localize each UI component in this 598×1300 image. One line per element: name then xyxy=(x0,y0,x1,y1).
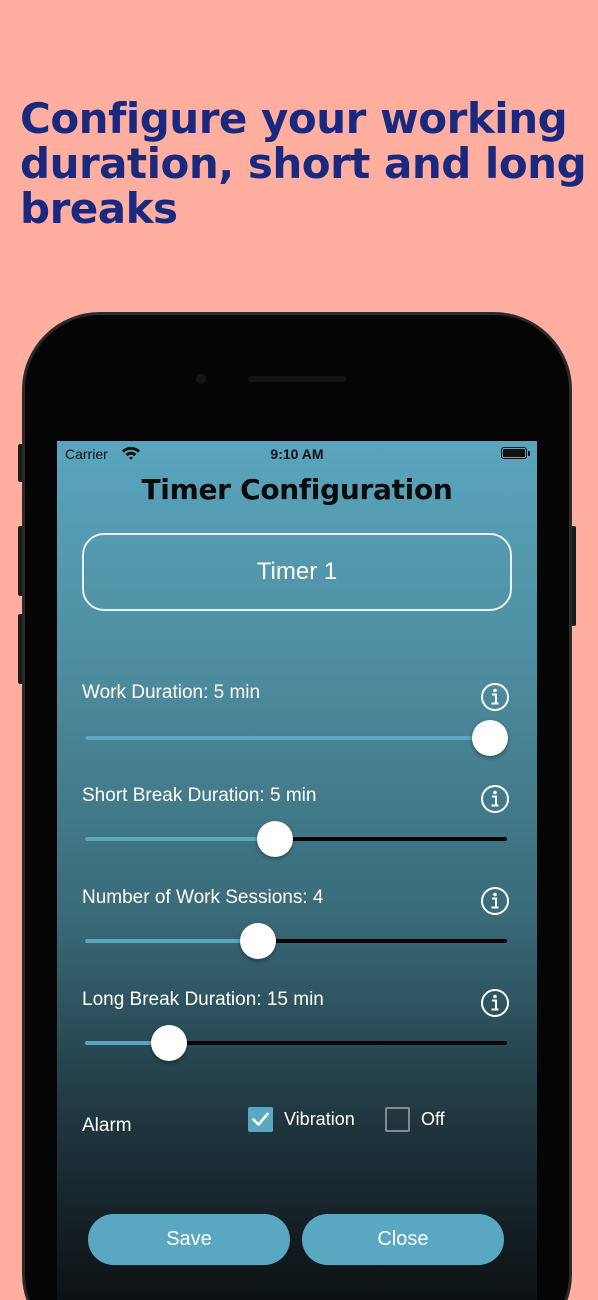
work-sessions-slider[interactable] xyxy=(85,919,507,963)
slider-fill xyxy=(85,939,259,943)
slider-thumb[interactable] xyxy=(240,923,277,959)
info-icon[interactable] xyxy=(480,886,510,916)
slider-thumb[interactable] xyxy=(472,720,509,756)
info-icon[interactable] xyxy=(480,784,510,814)
vibration-checkbox[interactable] xyxy=(248,1107,273,1132)
work-sessions-label: Number of Work Sessions: 4 xyxy=(82,887,324,908)
off-label: Off xyxy=(421,1109,445,1129)
info-icon[interactable] xyxy=(480,988,510,1018)
battery-tip xyxy=(528,451,530,456)
slider-thumb[interactable] xyxy=(151,1025,188,1061)
work-duration-label: Work Duration: 5 min xyxy=(82,682,261,703)
long-break-duration-label: Long Break Duration: 15 min xyxy=(82,989,324,1010)
slider-thumb[interactable] xyxy=(256,821,293,857)
slider-fill xyxy=(85,736,491,740)
alarm-label: Alarm xyxy=(82,1115,132,1136)
work-duration-slider[interactable] xyxy=(85,716,509,760)
vibration-label: Vibration xyxy=(284,1109,355,1129)
off-checkbox[interactable] xyxy=(385,1107,410,1132)
status-time: 9:10 AM xyxy=(270,446,324,462)
close-button[interactable]: Close xyxy=(302,1214,504,1265)
short-break-duration-slider[interactable] xyxy=(85,817,507,861)
promo-headline: Configure your working duration, short a… xyxy=(20,94,587,233)
long-break-duration-slider[interactable] xyxy=(85,1021,507,1065)
short-break-duration-label: Short Break Duration: 5 min xyxy=(82,785,317,806)
timer-name-field[interactable]: Timer 1 xyxy=(82,533,512,611)
screen-title: Timer Configuration xyxy=(141,473,453,506)
battery-icon xyxy=(501,447,527,459)
front-camera xyxy=(196,374,206,384)
info-icon[interactable] xyxy=(480,682,510,712)
app-screen: Carrier 9:10 AM Timer Configuration Time… xyxy=(57,441,537,1300)
save-button[interactable]: Save xyxy=(88,1214,290,1265)
slider-fill xyxy=(85,837,275,841)
status-bar: Carrier 9:10 AM xyxy=(57,441,537,467)
earpiece-speaker xyxy=(248,376,346,382)
checkmark-icon xyxy=(252,1112,269,1126)
